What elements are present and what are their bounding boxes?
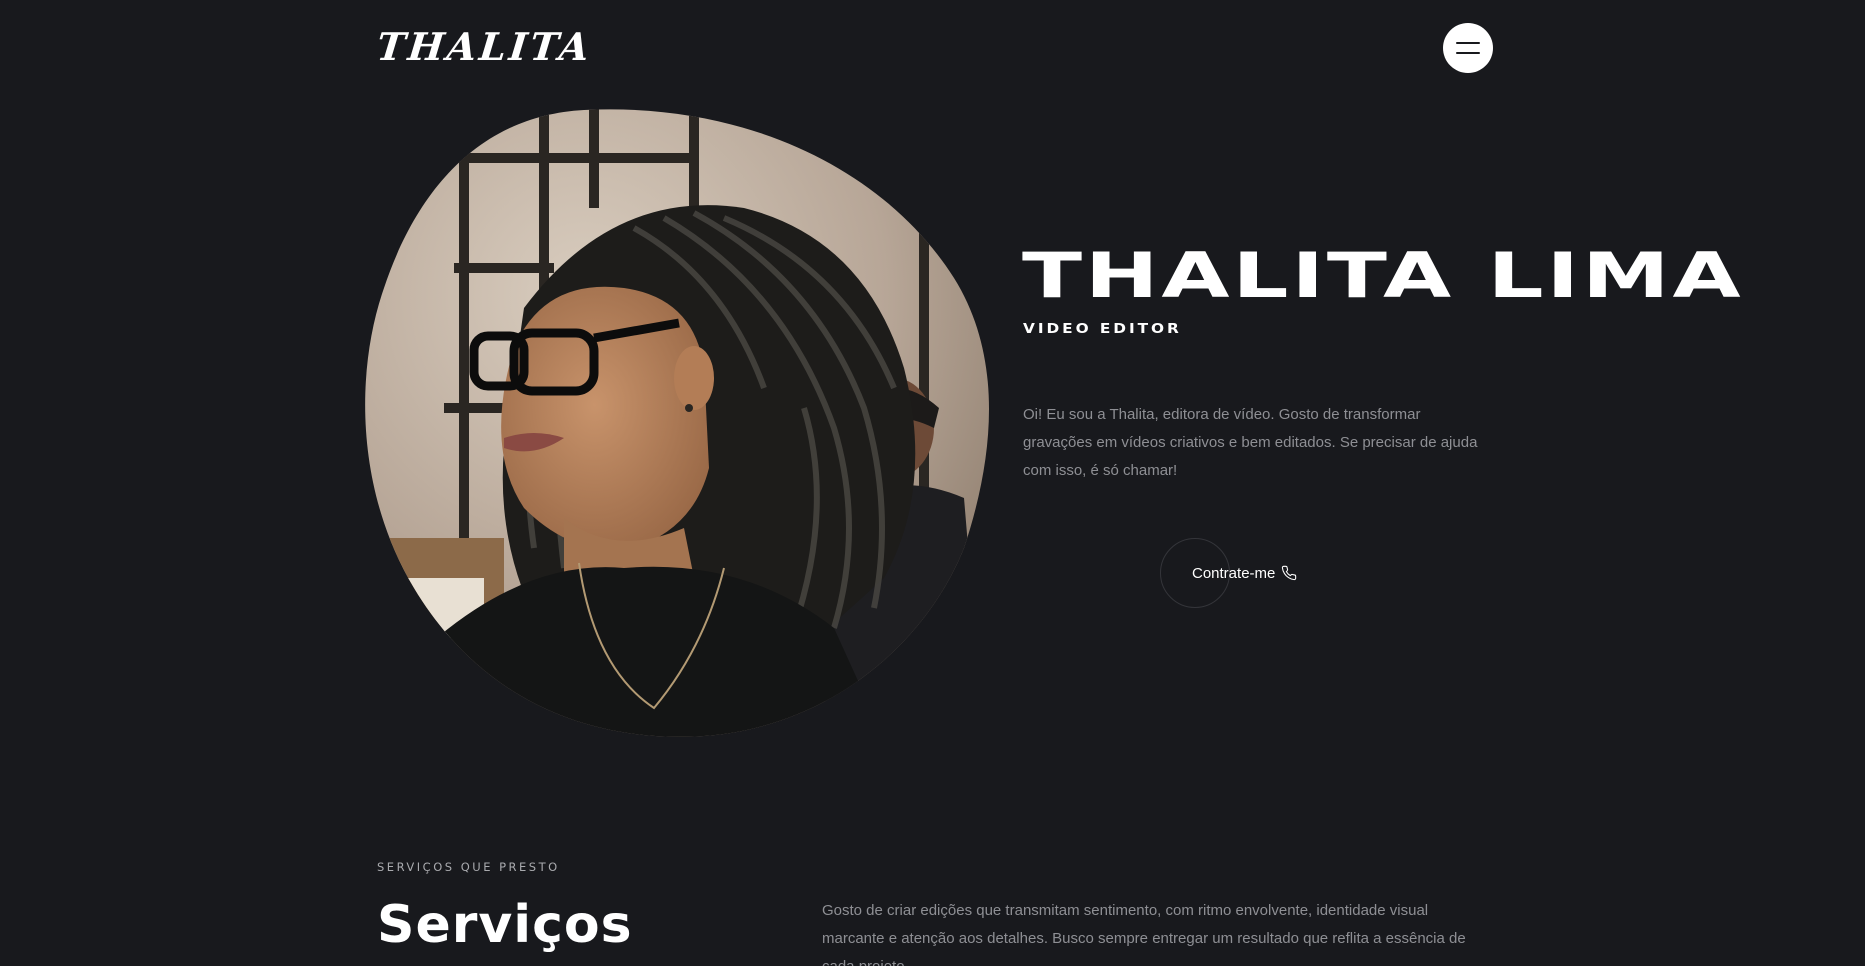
services-description: Gosto de criar edições que transmitam se… bbox=[822, 902, 1466, 966]
services-eyebrow: SERVIÇOS QUE PRESTO bbox=[377, 860, 560, 874]
hero-description: Oi! Eu sou a Thalita, editora de vídeo. … bbox=[1023, 406, 1478, 479]
hero-name-heading: THALITA LIMA bbox=[1022, 239, 1744, 312]
hero-portrait-photo bbox=[364, 108, 994, 743]
hire-me-button[interactable]: Contrate-me bbox=[1160, 538, 1297, 608]
phone-icon bbox=[1281, 565, 1297, 581]
page: THALITA THALITA LIMA VIDEO EDITOR Oi! Eu… bbox=[0, 0, 1865, 966]
hamburger-menu-icon bbox=[1456, 42, 1480, 44]
site-logo[interactable]: THALITA bbox=[375, 24, 595, 69]
hamburger-menu-icon-line bbox=[1456, 52, 1480, 54]
menu-button[interactable] bbox=[1443, 23, 1493, 73]
hero-role-label: VIDEO EDITOR bbox=[1023, 322, 1182, 337]
cta-label: Contrate-me bbox=[1192, 564, 1276, 582]
services-heading: Serviços bbox=[377, 895, 633, 955]
